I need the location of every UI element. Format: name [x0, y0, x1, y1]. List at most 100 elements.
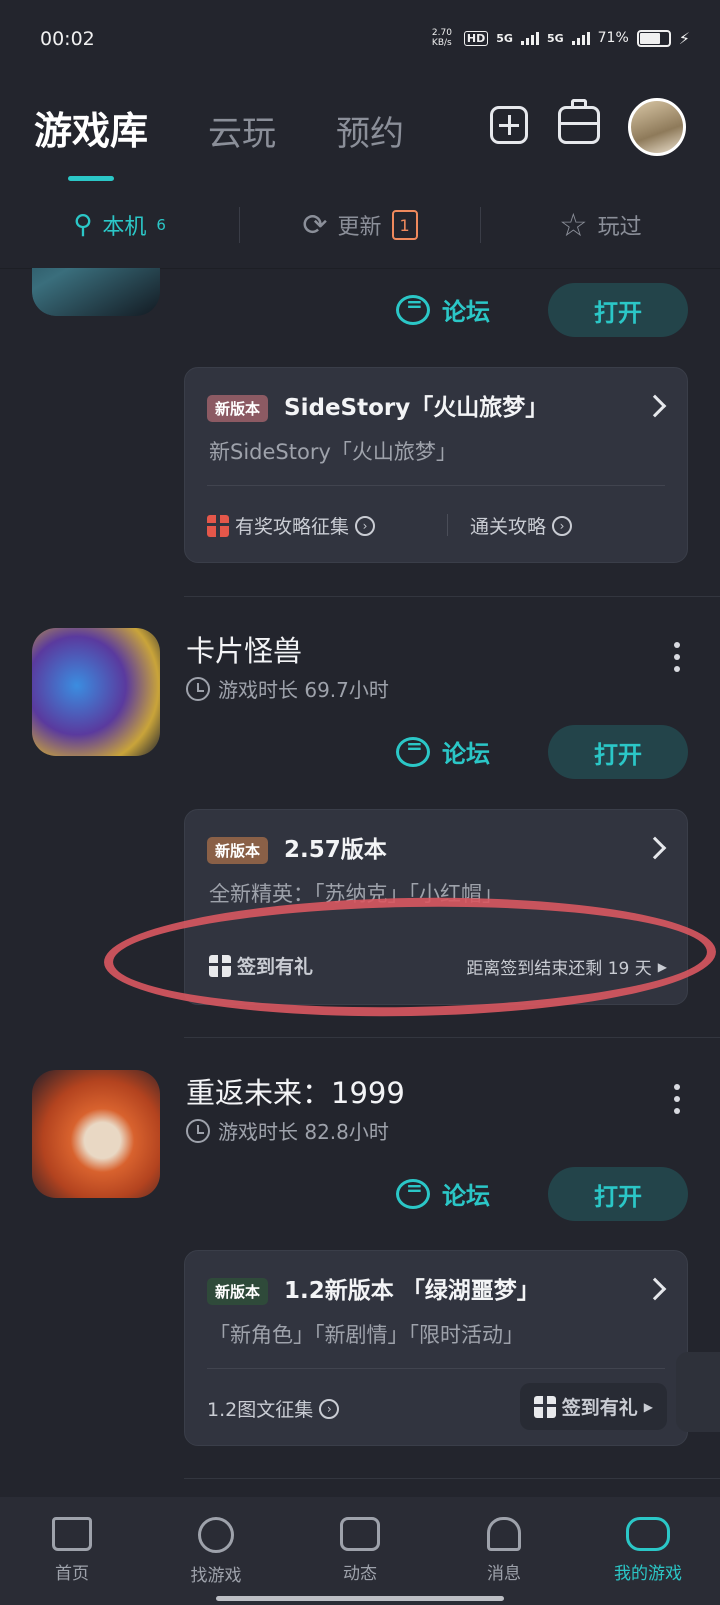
forum-icon [396, 734, 430, 767]
status-icons: 2.70 KB/s HD 5G 5G 71% ⚡ [432, 28, 690, 48]
playtime-label: 游戏时长 69.7小时 [218, 678, 389, 702]
planet-icon [198, 1517, 234, 1553]
panel-divider [207, 485, 665, 486]
forum-button[interactable]: 论坛 [396, 1176, 490, 1211]
reward-guide-link[interactable]: 有奖攻略征集 › [207, 512, 376, 539]
hd-icon: HD [463, 30, 489, 46]
tab-label: 游戏库 [34, 109, 149, 153]
subtab-update-label: 更新 [337, 215, 382, 240]
separator [184, 1478, 720, 1479]
arrow-circle-icon: › [319, 1398, 340, 1419]
game-name: 卡片怪兽 [186, 634, 303, 668]
nav-feed[interactable]: 动态 [288, 1497, 432, 1605]
active-tab-indicator [68, 176, 114, 181]
panel-subtitle: 「新角色」「新剧情」「限时活动」 [209, 1323, 524, 1347]
separator [184, 1037, 720, 1038]
panel-divider [207, 1368, 665, 1369]
nav-my-games[interactable]: 我的游戏 [576, 1497, 720, 1605]
nav-find-games[interactable]: 找游戏 [144, 1497, 288, 1605]
update-panel[interactable]: 新版本 SideStory「火山旅梦」 新SideStory「火山旅梦」 有奖攻… [184, 367, 688, 563]
image-text-collection-link[interactable]: 1.2图文征集 › [207, 1395, 340, 1422]
triangle-right-icon: ▶ [643, 1399, 653, 1414]
chevron-right-icon [643, 394, 667, 418]
game-icon-reverse-1999[interactable] [32, 1070, 160, 1198]
update-count-badge: 1 [391, 210, 418, 240]
tab-game-library[interactable]: 游戏库 [34, 100, 149, 181]
panel-title: 1.2新版本 「绿湖噩梦」 [284, 1278, 540, 1304]
panel-title-row: 新版本 2.57版本 [207, 830, 387, 864]
update-panel[interactable]: 新版本 1.2新版本 「绿湖噩梦」 「新角色」「新剧情」「限时活动」 1.2图文… [184, 1250, 688, 1446]
user-avatar[interactable] [628, 98, 686, 156]
battery-percent: 71% [597, 30, 629, 46]
separator [184, 596, 720, 597]
floating-side-button[interactable] [676, 1352, 720, 1432]
net-speed: 2.70 KB/s [431, 28, 452, 48]
nav-messages[interactable]: 消息 [432, 1497, 576, 1605]
panel-title: SideStory「火山旅梦」 [284, 395, 549, 421]
gamepad-icon [626, 1517, 670, 1551]
local-count: 6 [156, 216, 166, 234]
bottom-navigation: 首页 找游戏 动态 消息 我的游戏 [0, 1497, 720, 1605]
nav-label: 消息 [487, 1564, 521, 1584]
tab-cloud-play[interactable]: 云玩 [208, 106, 276, 155]
refresh-icon: ⟳ [302, 207, 328, 243]
header-tabs: 游戏库 云玩 预约 [34, 100, 404, 181]
add-game-icon[interactable] [490, 106, 528, 144]
signal-icon-2 [571, 31, 590, 45]
game-playtime: 游戏时长 82.8小时 [186, 1116, 389, 1145]
arrow-circle-icon: › [552, 515, 573, 536]
battery-icon [636, 29, 671, 47]
clock-icon [186, 1118, 210, 1143]
home-icon [52, 1517, 92, 1551]
more-options-icon[interactable] [674, 1084, 680, 1114]
home-indicator [216, 1596, 504, 1601]
open-button[interactable]: 打开 [548, 283, 688, 337]
subtab-local[interactable]: ⚲ 本机 6 [0, 209, 239, 241]
sub-tabs: ⚲ 本机 6 ⟳ 更新 1 ☆ 玩过 [0, 200, 720, 250]
nav-label: 找游戏 [190, 1566, 242, 1586]
forum-button[interactable]: 论坛 [396, 734, 490, 769]
toolbox-icon[interactable] [558, 99, 600, 144]
subtab-played-label: 玩过 [597, 215, 642, 240]
tab-reservation[interactable]: 预约 [336, 106, 404, 155]
arrow-circle-icon: › [355, 515, 376, 536]
divider [447, 514, 448, 536]
status-bar: 00:02 2.70 KB/s HD 5G 5G 71% ⚡ [0, 0, 720, 80]
open-button[interactable]: 打开 [548, 725, 688, 779]
panel-title-row: 新版本 1.2新版本 「绿湖噩梦」 [207, 1271, 540, 1305]
gift-icon [207, 514, 229, 537]
open-button[interactable]: 打开 [548, 1167, 688, 1221]
game-playtime: 游戏时长 69.7小时 [186, 674, 389, 703]
forum-label: 论坛 [442, 740, 490, 768]
game-name: 重返未来：1999 [186, 1076, 405, 1110]
panel-title-row: 新版本 SideStory「火山旅梦」 [207, 388, 548, 422]
panel-subtitle: 新SideStory「火山旅梦」 [209, 440, 457, 464]
link-label: 通关攻略 [470, 516, 547, 538]
forum-button[interactable]: 论坛 [396, 292, 490, 327]
subtab-update[interactable]: ⟳ 更新 1 [240, 208, 479, 243]
sim2-label: 5G [546, 31, 564, 45]
new-version-tag: 新版本 [207, 395, 269, 422]
chevron-right-icon [643, 1277, 667, 1301]
checkin-gift-button[interactable]: 签到有礼 ▶ [519, 1383, 667, 1430]
game-icon-card-monster[interactable] [32, 628, 160, 756]
playtime-label: 游戏时长 82.8小时 [218, 1120, 389, 1144]
nav-label: 动态 [343, 1564, 377, 1584]
star-icon: ☆ [558, 206, 588, 244]
sim1-label: 5G [496, 31, 513, 45]
joystick-icon: ⚲ [73, 210, 93, 240]
more-options-icon[interactable] [674, 642, 680, 672]
gift-icon [533, 1395, 556, 1418]
subtab-local-label: 本机 [102, 215, 147, 240]
link-label: 签到有礼 [561, 1397, 638, 1419]
walkthrough-link[interactable]: 通关攻略 › [470, 512, 573, 539]
nav-home[interactable]: 首页 [0, 1497, 144, 1605]
panel-title: 2.57版本 [284, 837, 387, 863]
new-version-tag: 新版本 [207, 1278, 269, 1305]
forum-icon [396, 292, 430, 325]
link-label: 1.2图文征集 [207, 1399, 314, 1421]
forum-label: 论坛 [442, 298, 490, 326]
clock-icon [186, 676, 210, 701]
subtab-played[interactable]: ☆ 玩过 [481, 206, 720, 244]
link-label: 有奖攻略征集 [235, 516, 350, 538]
